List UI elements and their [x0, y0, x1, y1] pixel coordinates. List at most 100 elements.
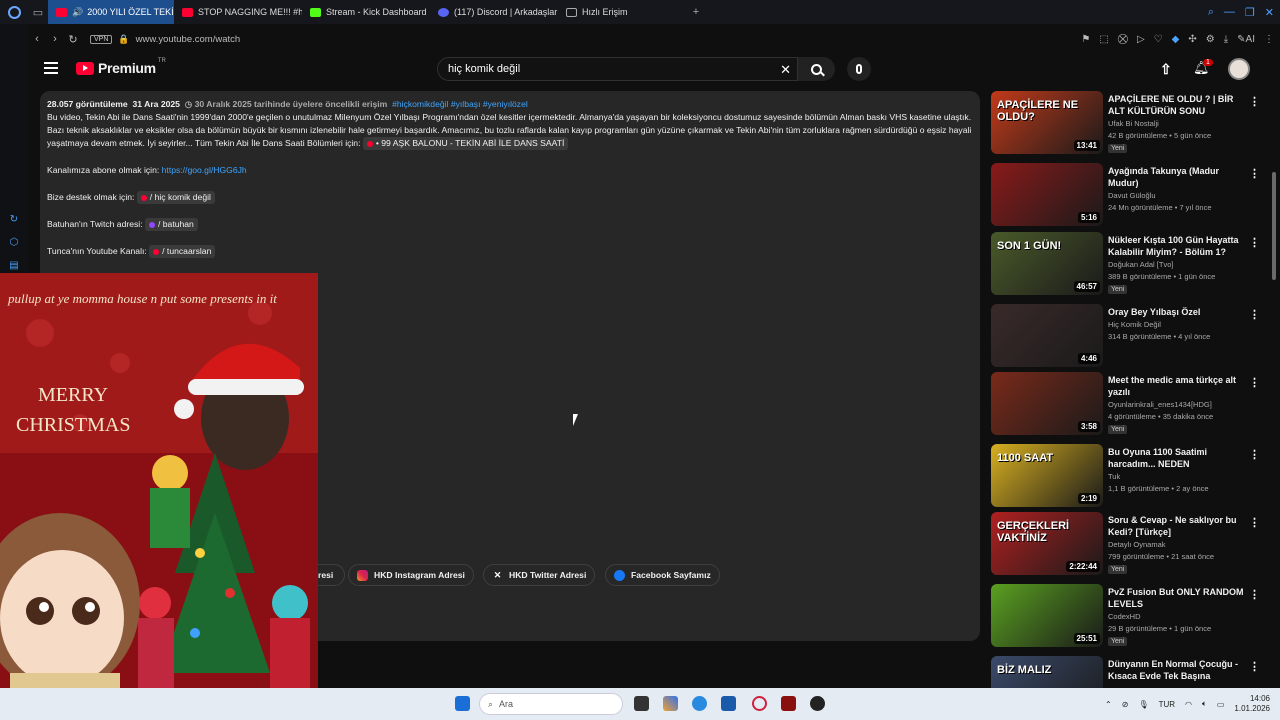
channel-name[interactable]: Ufak Bi Nostalji [1108, 119, 1159, 128]
player-icon[interactable]: ▷ [1137, 34, 1145, 45]
url-field[interactable]: www.youtube.com/watch [136, 34, 241, 45]
channel-name[interactable]: Doğukan Adal [Tvo] [1108, 260, 1173, 269]
more-options-icon[interactable]: ⋮ [1249, 588, 1260, 601]
search-tabs-icon[interactable]: ⌕ [1208, 6, 1214, 19]
notes-icon[interactable]: ▤ [9, 260, 18, 271]
tunca-chip[interactable]: / tuncaarslan [149, 245, 216, 258]
more-options-icon[interactable]: ⋮ [1249, 448, 1260, 461]
recommendation-item[interactable]: GERÇEKLERİ VAKTİNİZ 2:22:44 Soru & Cevap -… [991, 512, 1273, 576]
app-icon[interactable] [781, 696, 796, 711]
gear-icon[interactable]: ⚙ [1206, 34, 1215, 45]
more-options-icon[interactable]: ⋮ [1249, 660, 1260, 673]
language-indicator[interactable]: TUR [1159, 700, 1175, 709]
tab-switcher-icon[interactable]: ▭ [28, 0, 48, 24]
adblock-icon[interactable]: ⛒ [1118, 34, 1128, 45]
playlist-chip[interactable]: • 99 AŞK BALONU - TEKİN ABİ İLE DANS SAA… [362, 137, 569, 150]
subscribe-link[interactable]: https://goo.gl/HGG6Jh [162, 165, 247, 175]
more-options-icon[interactable]: ⋮ [1249, 236, 1260, 249]
heart-icon[interactable]: ♡ [1154, 34, 1163, 45]
video-title[interactable]: APAÇİLERE NE OLDU ? | BİR ALT KÜLTÜRÜN S… [1108, 93, 1246, 117]
channel-name[interactable]: Tuk [1108, 472, 1120, 481]
reload-icon[interactable]: ↻ [64, 33, 82, 46]
video-thumbnail[interactable]: APAÇİLERE NE OLDU? 13:41 [991, 91, 1103, 154]
new-tab-button[interactable]: + [686, 0, 706, 24]
tab-quick-access[interactable]: Hızlı Erişim [558, 0, 686, 24]
screenshot-icon[interactable]: ⬚ [1099, 34, 1108, 45]
lock-icon[interactable]: 🔒 [118, 34, 129, 45]
more-options-icon[interactable]: ⋮ [1249, 376, 1260, 389]
tab-kick-dashboard[interactable]: Stream - Kick Dashboard [302, 0, 430, 24]
opera-gx-icon[interactable] [752, 696, 767, 711]
task-view-icon[interactable] [634, 696, 649, 711]
video-thumbnail[interactable]: 5:16 [991, 163, 1103, 226]
video-thumbnail[interactable]: 25:51 [991, 584, 1103, 647]
close-icon[interactable]: ✕ [1265, 6, 1274, 19]
video-title[interactable]: Oray Bey Yılbaşı Özel [1108, 306, 1246, 318]
forward-icon[interactable]: › [46, 33, 64, 45]
video-title[interactable]: Nükleer Kışta 100 Gün Hayatta Kalabilir … [1108, 234, 1246, 258]
opera-menu-icon[interactable] [0, 0, 28, 24]
upload-icon[interactable]: ⇧ [1160, 61, 1172, 78]
bookmark-icon[interactable]: ⚑ [1081, 34, 1090, 45]
video-title[interactable]: Bu Oyuna 1100 Saatimi harcadım... NEDEN [1108, 446, 1246, 470]
instagram-button[interactable]: HKD Instagram Adresi [348, 564, 474, 586]
recommendation-item[interactable]: 1100 SAAT 2:19 Bu Oyuna 1100 Saatimi harca… [991, 444, 1273, 508]
youtube-logo[interactable]: Premium TR [76, 58, 166, 76]
tab-youtube-active[interactable]: 🔊 2000 YILI ÖZEL TEKİN [48, 0, 174, 24]
more-options-icon[interactable]: ⋮ [1249, 167, 1260, 180]
wifi-icon[interactable]: ◠ [1185, 700, 1192, 709]
channel-name[interactable]: Detaylı Oynamak [1108, 540, 1166, 549]
support-chip[interactable]: / hiç komik değil [136, 191, 215, 204]
battery-icon[interactable]: ▭ [1217, 700, 1225, 709]
recommendation-item[interactable]: 25:51 PvZ Fusion But ONLY RANDOM LEVELS Co… [991, 584, 1273, 648]
video-thumbnail[interactable]: 4:46 [991, 304, 1103, 367]
extension-icon[interactable]: ◆ [1172, 34, 1180, 45]
vpn-badge[interactable]: VPN [90, 34, 113, 44]
video-title[interactable]: Soru & Cevap - Ne saklıyor bu Kedi? [Tür… [1108, 514, 1246, 538]
more-options-icon[interactable]: ⋮ [1249, 308, 1260, 321]
copilot-icon[interactable] [663, 696, 678, 711]
avatar[interactable] [1228, 58, 1250, 80]
clock[interactable]: 14:06 1.01.2026 [1234, 694, 1270, 714]
puzzle-icon[interactable]: ✣ [1188, 34, 1196, 45]
tab-discord[interactable]: (117) Discord | Arkadaşlar [430, 0, 558, 24]
channel-name[interactable]: CodexHD [1108, 612, 1141, 621]
taskbar-search[interactable]: ⌕ Ara [479, 693, 623, 715]
search-button[interactable] [798, 57, 835, 81]
ai-button[interactable]: ✎AI [1237, 34, 1255, 45]
recommendation-item[interactable]: 4:46 Oray Bey Yılbaşı Özel Hiç Komik Değil… [991, 304, 1273, 368]
recommendation-item[interactable]: BİZ MALIZ Dünyanın En Normal Çocuğu - Kıs… [991, 656, 1273, 691]
video-thumbnail[interactable]: SON 1 GÜN! 46:57 [991, 232, 1103, 295]
maximize-icon[interactable]: ❐ [1245, 6, 1255, 19]
video-title[interactable]: PvZ Fusion But ONLY RANDOM LEVELS [1108, 586, 1246, 610]
tab-stop-nagging[interactable]: STOP NAGGING ME!!! #ha [174, 0, 302, 24]
download-icon[interactable]: ⤓ [1224, 34, 1228, 45]
history-icon[interactable]: ↻ [10, 214, 18, 225]
recommendation-item[interactable]: SON 1 GÜN! 46:57 Nükleer Kışta 100 Gün Hay… [991, 232, 1273, 296]
browser-menu-icon[interactable]: ⋮ [1264, 34, 1274, 45]
video-title[interactable]: Dünyanın En Normal Çocuğu - Kısaca Evde … [1108, 658, 1246, 682]
twitch-chip[interactable]: / batuhan [144, 218, 198, 231]
windows-start-icon[interactable] [455, 696, 470, 711]
store-icon[interactable] [721, 696, 736, 711]
channel-name[interactable]: Hiç Komik Değil [1108, 320, 1161, 329]
recommendation-item[interactable]: 3:58 Meet the medic ama türkçe alt yazılı… [991, 372, 1273, 436]
obs-icon[interactable] [810, 696, 825, 711]
chevron-up-icon[interactable]: ⌃ [1105, 700, 1112, 709]
voice-search-button[interactable] [847, 57, 871, 81]
recommendation-item[interactable]: APAÇİLERE NE OLDU? 13:41 APAÇİLERE NE OLDU… [991, 91, 1273, 155]
volume-icon[interactable]: 🔈︎ [1202, 699, 1207, 709]
recommendation-item[interactable]: 5:16 Ayağında Takunya (Madur Mudur) Davut … [991, 163, 1273, 227]
video-title[interactable]: Meet the medic ama türkçe alt yazılı [1108, 374, 1246, 398]
channel-name[interactable]: Oyunlarinkrali_enes1434[HDG] [1108, 400, 1212, 409]
video-thumbnail[interactable]: 1100 SAAT 2:19 [991, 444, 1103, 507]
video-thumbnail[interactable]: BİZ MALIZ [991, 656, 1103, 691]
video-title[interactable]: Ayağında Takunya (Madur Mudur) [1108, 165, 1246, 189]
search-input[interactable] [448, 58, 768, 80]
video-thumbnail[interactable]: GERÇEKLERİ VAKTİNİZ 2:22:44 [991, 512, 1103, 575]
minimize-icon[interactable]: — [1224, 6, 1235, 18]
facebook-button[interactable]: Facebook Sayfamız [605, 564, 720, 586]
more-options-icon[interactable]: ⋮ [1249, 516, 1260, 529]
edge-icon[interactable] [692, 696, 707, 711]
channel-name[interactable]: Davut Güloğlu [1108, 191, 1156, 200]
